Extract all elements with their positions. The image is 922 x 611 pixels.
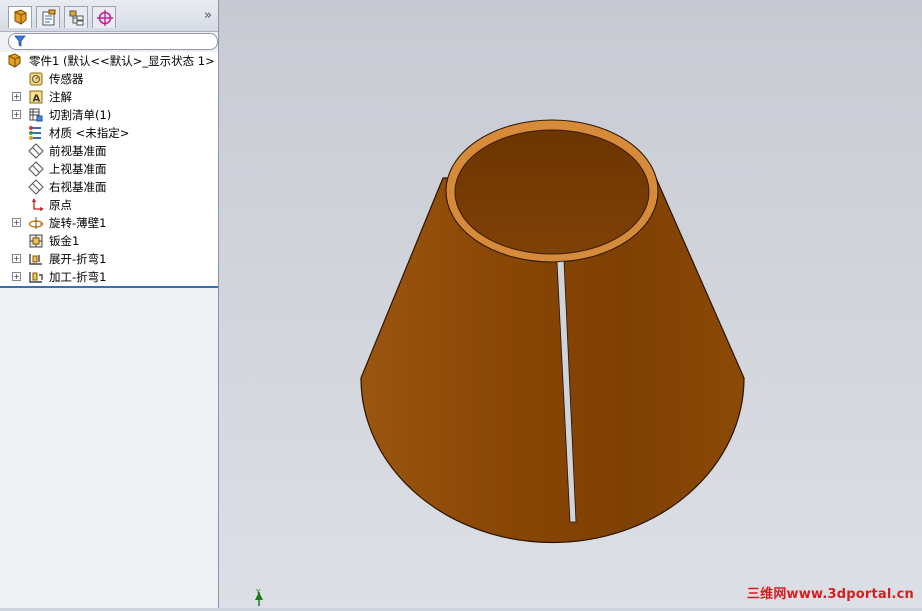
feature-tree-icon	[14, 9, 27, 25]
tree-root-part[interactable]: 零件1 (默认<<默认>_显示状态 1>	[0, 52, 218, 70]
sensor-icon	[29, 72, 43, 86]
panel-tab-bar: »	[0, 0, 218, 32]
origin-icon	[32, 198, 44, 211]
svg-text:A: A	[33, 94, 41, 105]
tree-filter-input[interactable]	[8, 33, 218, 50]
tab-dim-xpert[interactable]	[92, 6, 116, 28]
configuration-icon	[69, 10, 84, 26]
flatten-bend-icon	[29, 254, 42, 265]
plane-icon	[28, 179, 44, 195]
view-triad: Y	[255, 588, 263, 606]
tab-configuration-manager[interactable]	[64, 6, 88, 28]
revolve-icon	[28, 217, 44, 229]
svg-text:Y: Y	[255, 588, 261, 596]
cone-inner-opening	[454, 129, 650, 255]
watermark-text: 三维网www.3dportal.cn	[746, 587, 914, 602]
plane-icon	[28, 143, 44, 159]
expand-toggle[interactable]: +	[12, 92, 21, 101]
more-tabs-button[interactable]: »	[204, 8, 212, 23]
expand-toggle[interactable]: +	[12, 110, 21, 119]
expand-toggle[interactable]: +	[12, 218, 21, 227]
tab-property-manager[interactable]	[36, 6, 60, 28]
crosshair-icon	[97, 10, 113, 26]
filter-icon	[14, 35, 26, 47]
property-icon	[42, 9, 56, 26]
feature-tree: 零件1 (默认<<默认>_显示状态 1> 传感器 + A 注解 + 切割清单(1…	[0, 52, 218, 288]
cut-list-icon	[29, 108, 43, 122]
tree-root-label: 零件1 (默认<<默认>_显示状态 1>	[29, 54, 215, 68]
graphics-viewport[interactable]: Y 三维网www.3dportal.cn	[219, 0, 922, 608]
plane-icon	[28, 161, 44, 177]
part-icon	[8, 53, 21, 68]
annotation-icon: A	[29, 90, 43, 105]
sheet-metal-icon	[29, 234, 43, 248]
material-icon	[29, 126, 41, 140]
tab-feature-manager[interactable]	[8, 6, 32, 28]
feature-manager-panel: » 零件1 (默认<<默认>_显示状态 1> 传感器 + A 注解 + 切割清单…	[0, 0, 219, 608]
expand-toggle[interactable]: +	[12, 272, 21, 281]
expand-toggle[interactable]: +	[12, 254, 21, 263]
process-bend-icon	[29, 272, 43, 283]
part-render: Y	[255, 119, 745, 606]
